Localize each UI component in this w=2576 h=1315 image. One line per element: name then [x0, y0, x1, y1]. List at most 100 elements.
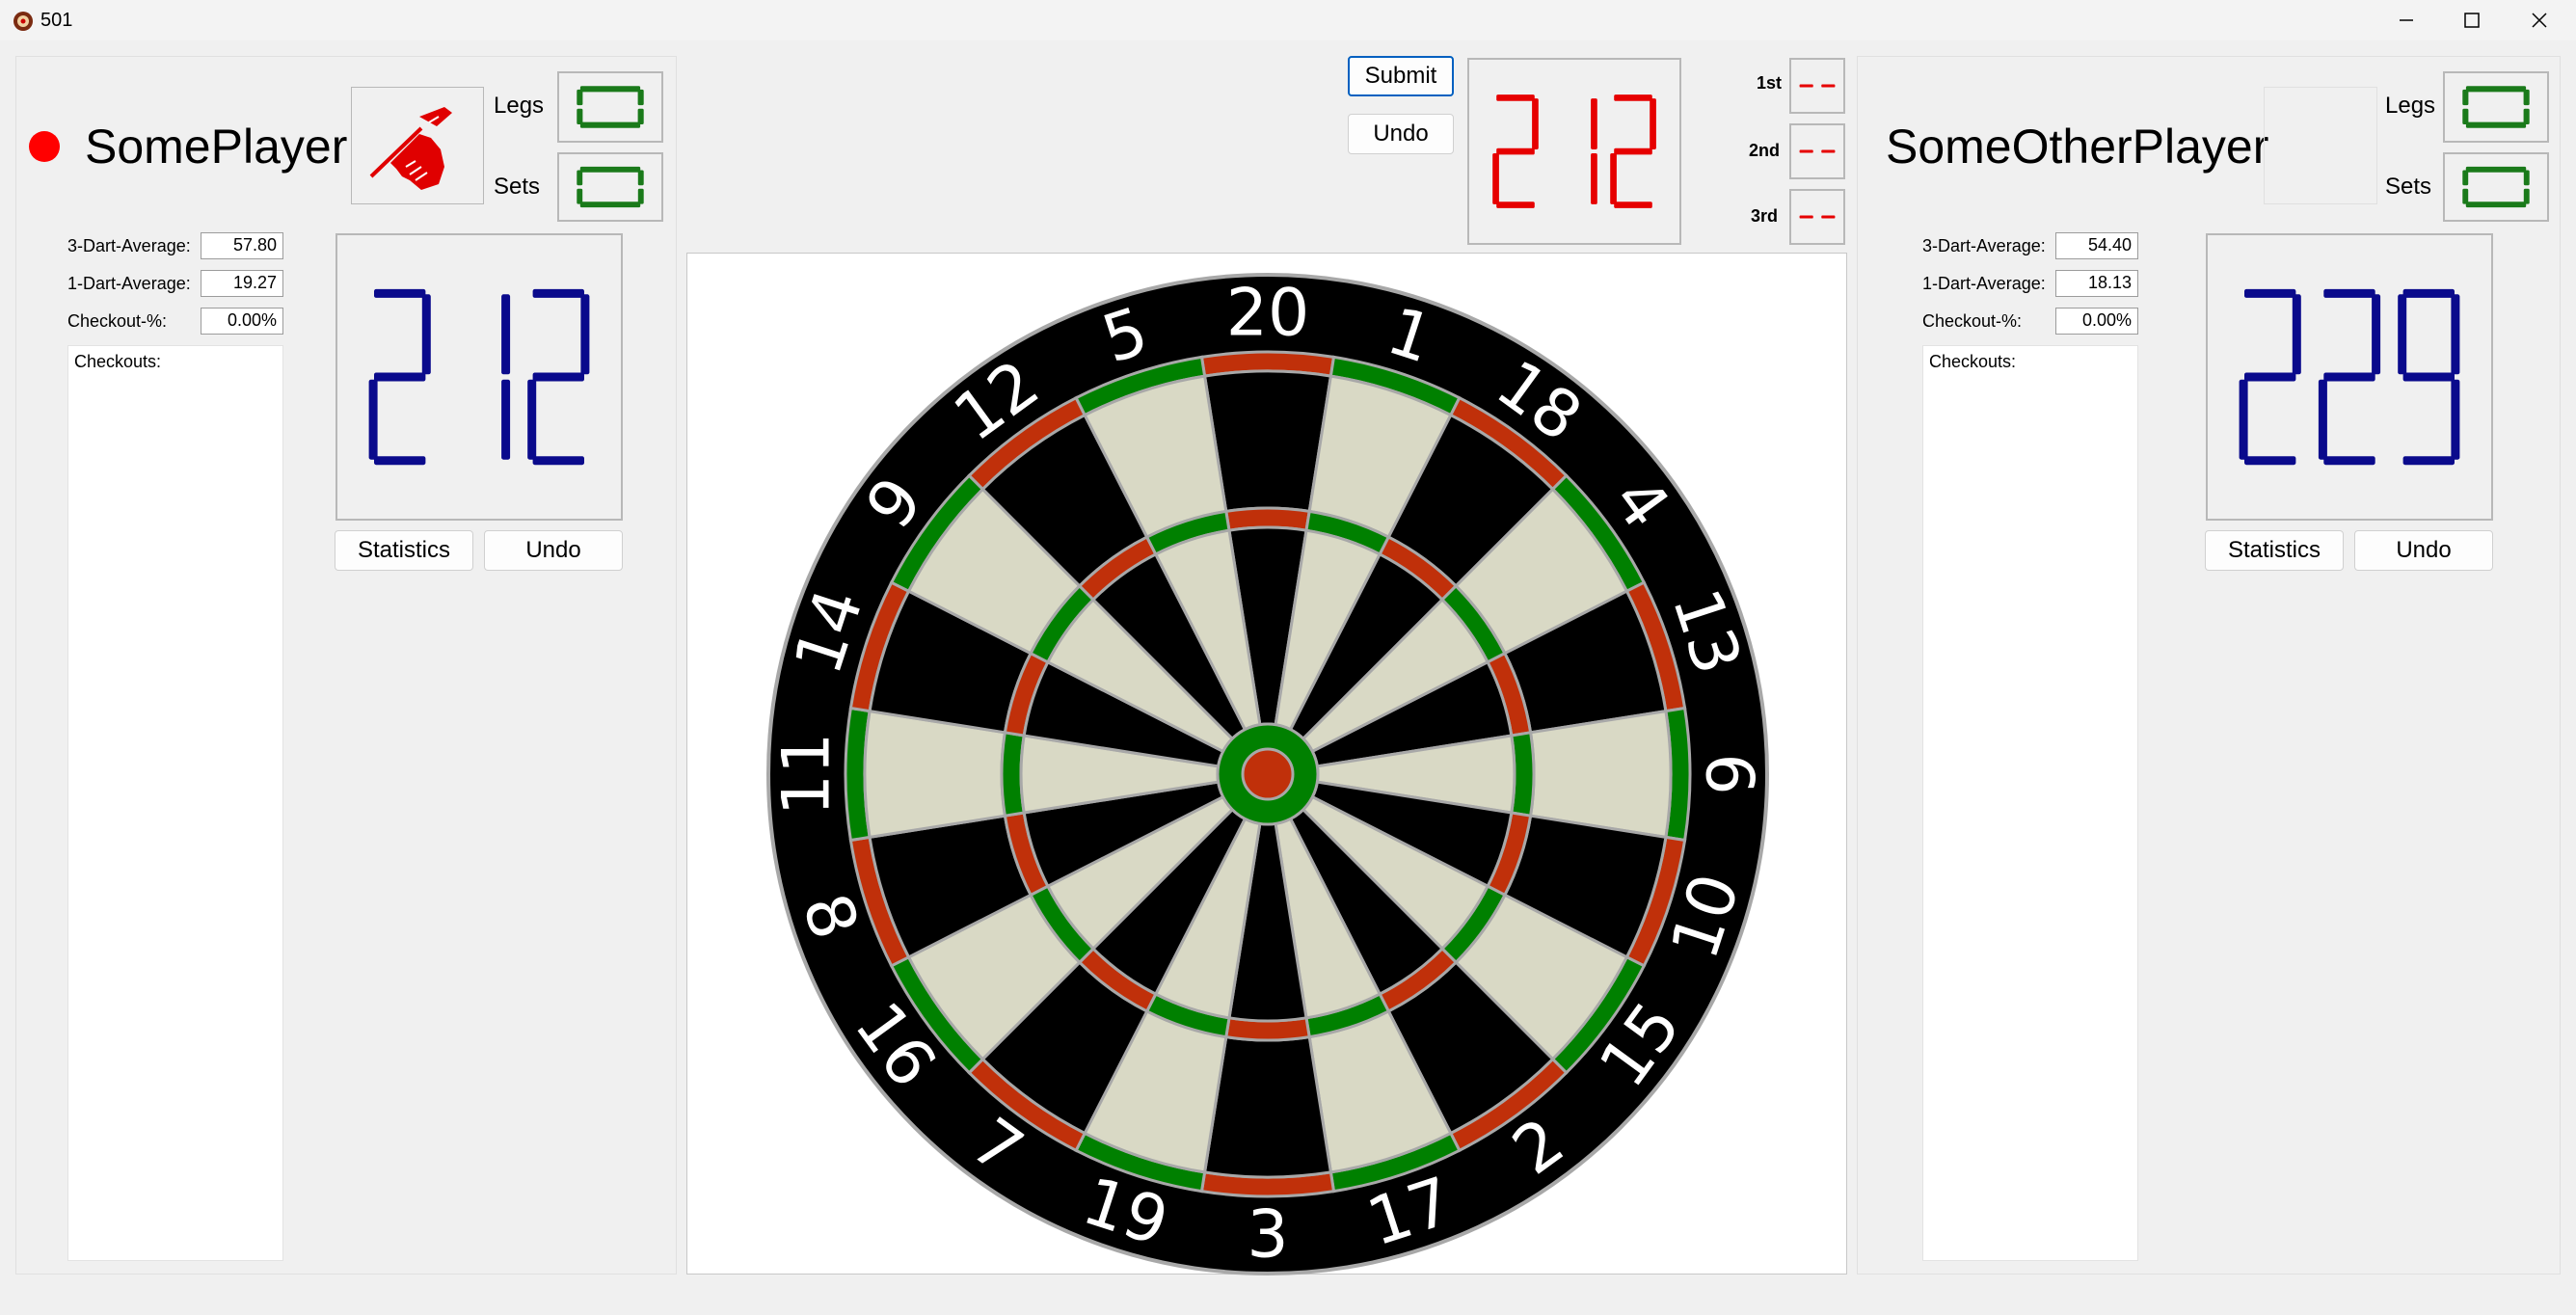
player1-avg1-value: 19.27	[201, 270, 283, 297]
segment-a	[579, 86, 641, 93]
segment-e	[1492, 153, 1499, 204]
submit-button[interactable]: Submit	[1348, 56, 1454, 96]
minimize-icon	[2400, 19, 2413, 21]
minimize-button[interactable]	[2374, 0, 2439, 40]
player2-avg1-label: 1-Dart-Average:	[1922, 274, 2046, 293]
segment-b	[2523, 170, 2530, 186]
segment-b	[1650, 98, 1656, 149]
segment-b	[2451, 294, 2460, 375]
throw2-label: 2nd	[1749, 141, 1781, 160]
segment-d	[579, 201, 641, 208]
player2-name: SomeOtherPlayer	[1886, 120, 2269, 174]
player2-sets-display: 0	[2443, 152, 2549, 222]
segment-g	[1614, 148, 1652, 155]
segment-g	[1821, 215, 1836, 219]
segment-d	[2323, 456, 2375, 466]
segment-d	[532, 456, 584, 466]
segment-b	[637, 170, 644, 186]
player1-avg3-label: 3-Dart-Average:	[67, 236, 191, 255]
player2-remaining-display: 229	[2206, 233, 2493, 521]
player1-undo-button[interactable]: Undo	[484, 530, 623, 571]
segment-d	[2244, 456, 2296, 466]
board-number-6: 6	[1691, 753, 1767, 794]
segment-d	[2465, 201, 2527, 208]
checkouts-label: Checkouts:	[74, 352, 162, 371]
throwing-hand-icon	[351, 87, 484, 204]
segment-e	[2239, 379, 2248, 460]
segment-b	[2523, 89, 2530, 106]
dartboard[interactable]: 20 11841361015217319716811149125	[687, 254, 1848, 1275]
segment-a	[1496, 94, 1535, 101]
segment-f	[2462, 170, 2469, 186]
segment-g	[2402, 372, 2455, 382]
title-bar: 501	[0, 0, 2576, 40]
bullseye[interactable]	[1241, 747, 1295, 801]
throw3-display: --	[1789, 189, 1845, 245]
player2-undo-button[interactable]: Undo	[2354, 530, 2493, 571]
player2-checkout-pct-label: Checkout-%:	[1922, 311, 2023, 331]
segment-d	[1496, 201, 1535, 208]
segment-g	[2244, 372, 2296, 382]
segment-e	[2318, 379, 2327, 460]
sets-label: Sets	[2385, 174, 2432, 200]
segment-g	[532, 372, 584, 382]
sets-label: Sets	[494, 174, 541, 200]
player2-checkouts-list[interactable]: Checkouts:	[1922, 345, 2138, 1261]
player1-name: SomePlayer	[85, 120, 348, 174]
segment-c	[2523, 108, 2530, 124]
player1-statistics-button[interactable]: Statistics	[335, 530, 473, 571]
segment-b	[1591, 98, 1597, 149]
segment-b	[2372, 294, 2381, 375]
legs-label: Legs	[2385, 93, 2436, 119]
segment-e	[2462, 108, 2469, 124]
segment-a	[1614, 94, 1652, 101]
throw1-display: --	[1789, 58, 1845, 114]
segment-a	[374, 288, 426, 298]
throw1-label: 1st	[1757, 73, 1783, 93]
segment-f	[2462, 89, 2469, 106]
close-icon	[2532, 13, 2547, 28]
segment-b	[2292, 294, 2301, 375]
player2-legs-display: 0	[2443, 71, 2549, 143]
player1-checkouts-list[interactable]: Checkouts:	[67, 345, 283, 1261]
segment-f	[577, 89, 583, 106]
maximize-icon	[2464, 13, 2480, 28]
segment-a	[532, 288, 584, 298]
segment-c	[501, 379, 511, 460]
segment-g	[374, 372, 426, 382]
segment-d	[374, 456, 426, 466]
segment-e	[1610, 153, 1617, 204]
dart-target-icon	[12, 9, 35, 32]
player1-legs-display: 0	[557, 71, 663, 143]
segment-c	[2451, 379, 2460, 460]
segment-b	[501, 294, 511, 375]
segment-a	[2402, 288, 2455, 298]
player1-sets-display: 0	[557, 152, 663, 222]
player1-avg1-label: 1-Dart-Average:	[67, 274, 191, 293]
board-number-11: 11	[769, 733, 845, 817]
player2-checkout-pct-value: 0.00%	[2055, 308, 2138, 335]
segment-g	[1821, 84, 1836, 88]
segment-f	[577, 170, 583, 186]
maximize-button[interactable]	[2439, 0, 2505, 40]
player1-checkout-pct-label: Checkout-%:	[67, 311, 168, 331]
segment-e	[2462, 188, 2469, 204]
segment-e	[368, 379, 378, 460]
player2-avg3-value: 54.40	[2055, 232, 2138, 259]
player2-avatar	[2264, 87, 2377, 204]
segment-e	[577, 188, 583, 204]
segment-a	[2465, 166, 2527, 173]
segment-c	[1591, 153, 1597, 204]
active-player-indicator	[29, 131, 60, 162]
player2-statistics-button[interactable]: Statistics	[2205, 530, 2344, 571]
segment-g	[2323, 372, 2375, 382]
turn-undo-button[interactable]: Undo	[1348, 114, 1454, 154]
player1-checkout-pct-value: 0.00%	[201, 308, 283, 335]
segment-e	[577, 108, 583, 124]
segment-c	[637, 108, 644, 124]
throw3-label: 3rd	[1751, 206, 1779, 226]
turn-score-display: 212	[1467, 58, 1681, 245]
dartboard-area[interactable]: 20 1 18 4 13 6 10 15 2 17 3 19 7 16 8 11 14 9 12 5	[686, 253, 1847, 1275]
segment-b	[1532, 98, 1539, 149]
close-button[interactable]	[2507, 0, 2572, 40]
